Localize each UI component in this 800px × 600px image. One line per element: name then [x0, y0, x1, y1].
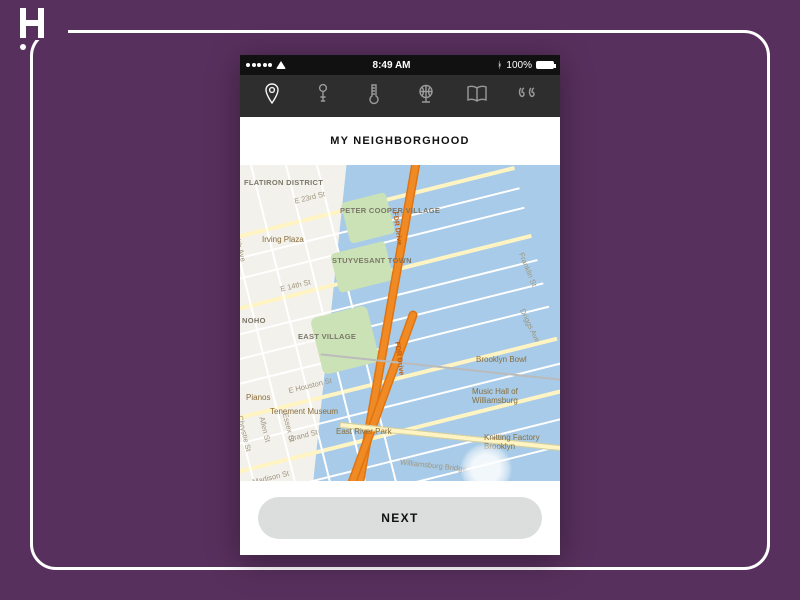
map-street-grid — [240, 165, 560, 481]
page-title: MY NEIGHBORGHOOD — [330, 135, 469, 147]
toolbar-key[interactable] — [303, 76, 343, 116]
key-icon — [314, 83, 332, 110]
page-header: MY NEIGHBORGHOOD — [240, 117, 560, 165]
toolbar-quotes[interactable] — [508, 76, 548, 116]
battery-icon — [536, 61, 554, 69]
book-icon — [466, 85, 488, 108]
toolbar-book[interactable] — [457, 76, 497, 116]
battery-pct: 100% — [506, 60, 532, 71]
map-view[interactable]: FLATIRON DISTRICT PETER COOPER VILLAGE S… — [240, 165, 560, 481]
quotes-icon — [517, 86, 539, 107]
bluetooth-icon: ᚼ — [497, 60, 502, 70]
toolbar-pin[interactable] — [252, 76, 292, 116]
phone-mockup: 8:49 AM ᚼ 100% — [240, 55, 560, 555]
pin-icon — [263, 83, 281, 110]
wifi-icon — [276, 61, 286, 69]
toolbar-globe[interactable] — [406, 76, 446, 116]
top-toolbar — [240, 75, 560, 117]
signal-dots-icon — [246, 63, 272, 67]
globe-icon — [416, 83, 436, 110]
thermometer-icon — [367, 83, 381, 110]
status-time: 8:49 AM — [286, 60, 497, 71]
next-button[interactable]: NEXT — [258, 497, 542, 539]
logo-h — [20, 8, 50, 46]
status-bar: 8:49 AM ᚼ 100% — [240, 55, 560, 75]
footer: NEXT — [240, 481, 560, 555]
toolbar-thermometer[interactable] — [354, 76, 394, 116]
